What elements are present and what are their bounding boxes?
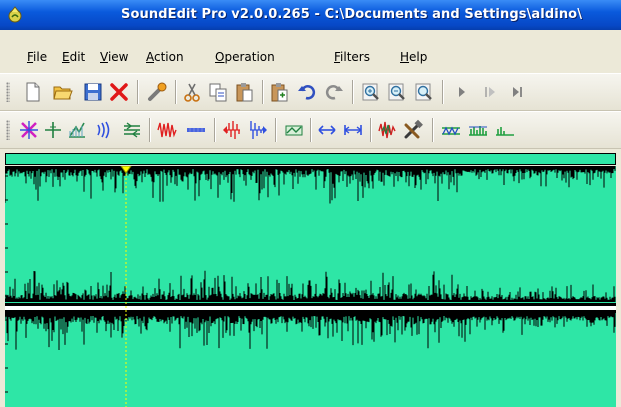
cut-icon[interactable]	[181, 81, 203, 103]
wrench-icon[interactable]	[146, 81, 168, 103]
main-toolbar	[0, 73, 621, 111]
menu-label: ile	[33, 50, 48, 64]
paste-special-icon[interactable]	[268, 81, 290, 103]
delete-icon[interactable]	[108, 81, 130, 103]
toolbar-separator	[310, 118, 312, 142]
zoom-in-icon[interactable]	[360, 81, 382, 103]
title-bar[interactable]: SoundEdit Pro v2.0.0.265 - C:\Documents …	[0, 0, 621, 30]
toolbar-grip[interactable]	[6, 120, 10, 140]
toolbar-grip[interactable]	[6, 82, 10, 102]
menu-action[interactable]: Action	[146, 50, 184, 64]
toolbar-separator	[262, 80, 264, 104]
toolbar-separator	[149, 118, 151, 142]
noise-icon[interactable]	[156, 119, 178, 141]
redo-icon[interactable]	[323, 81, 345, 103]
effects-toolbar	[0, 111, 621, 149]
toolbar-separator	[442, 80, 444, 104]
tools-icon[interactable]	[402, 119, 424, 141]
toolbar-separator	[175, 80, 177, 104]
normalize-icon[interactable]	[121, 119, 143, 141]
toolbar-separator	[432, 118, 434, 142]
menu-label: ction	[154, 50, 184, 64]
toolbar-separator	[352, 80, 354, 104]
menu-label: peration	[224, 50, 275, 64]
menu-file[interactable]: File	[27, 50, 47, 64]
menu-label: ilters	[340, 50, 370, 64]
menu-label: iew	[107, 50, 129, 64]
menu-label: elp	[409, 50, 428, 64]
effect-icon[interactable]	[494, 119, 516, 141]
filter-icon[interactable]	[440, 119, 462, 141]
new-file-icon[interactable]	[22, 81, 44, 103]
copy-icon[interactable]	[207, 81, 229, 103]
fade-icon[interactable]	[247, 119, 269, 141]
waveform-display[interactable]	[5, 166, 616, 407]
menu-bar: File Edit View Action Operation Filters …	[0, 30, 621, 70]
app-icon[interactable]	[6, 6, 24, 24]
open-folder-icon[interactable]	[52, 81, 74, 103]
silence-icon[interactable]	[185, 119, 207, 141]
waveform-channel-1-bottom	[5, 270, 616, 302]
channel-separator-line	[5, 306, 616, 310]
menu-view[interactable]: View	[100, 50, 128, 64]
toolbar-separator	[137, 80, 139, 104]
menu-accel: H	[400, 50, 410, 64]
play-to-end-icon[interactable]	[506, 81, 528, 103]
paste-icon[interactable]	[233, 81, 255, 103]
play-icon[interactable]	[451, 81, 473, 103]
menu-accel: V	[100, 50, 108, 64]
zoom-fit-icon[interactable]	[413, 81, 435, 103]
menu-help[interactable]: Help	[400, 50, 427, 64]
toolbar-separator	[275, 118, 277, 142]
menu-accel: A	[146, 50, 154, 64]
waveform-channel-2	[5, 313, 616, 350]
amplify-icon[interactable]	[66, 119, 88, 141]
waveform-graphic	[5, 166, 616, 407]
toolbar-separator	[370, 118, 372, 142]
save-icon[interactable]	[82, 81, 104, 103]
equalizer-icon[interactable]	[467, 119, 489, 141]
undo-icon[interactable]	[296, 81, 318, 103]
reverse-icon[interactable]	[221, 119, 243, 141]
waveform-overview[interactable]	[5, 153, 616, 165]
cross-edit-icon[interactable]	[18, 119, 40, 141]
menu-edit[interactable]: Edit	[62, 50, 85, 64]
menu-operation[interactable]: Operation	[215, 50, 275, 64]
toolbar-separator	[214, 118, 216, 142]
zoom-out-icon[interactable]	[386, 81, 408, 103]
window-title: SoundEdit Pro v2.0.0.265 - C:\Documents …	[121, 7, 583, 22]
menu-label: dit	[69, 50, 86, 64]
menu-filters[interactable]: Filters	[334, 50, 370, 64]
vocal-icon[interactable]	[376, 119, 398, 141]
trim-icon[interactable]	[342, 119, 364, 141]
echo-icon[interactable]	[92, 119, 114, 141]
stretch-icon[interactable]	[316, 119, 338, 141]
play-selection-icon[interactable]	[480, 81, 502, 103]
envelope-icon[interactable]	[283, 119, 305, 141]
waveform-channel-1-top	[5, 166, 616, 204]
plus-cursor-icon[interactable]	[42, 119, 64, 141]
menu-accel: E	[62, 50, 70, 64]
